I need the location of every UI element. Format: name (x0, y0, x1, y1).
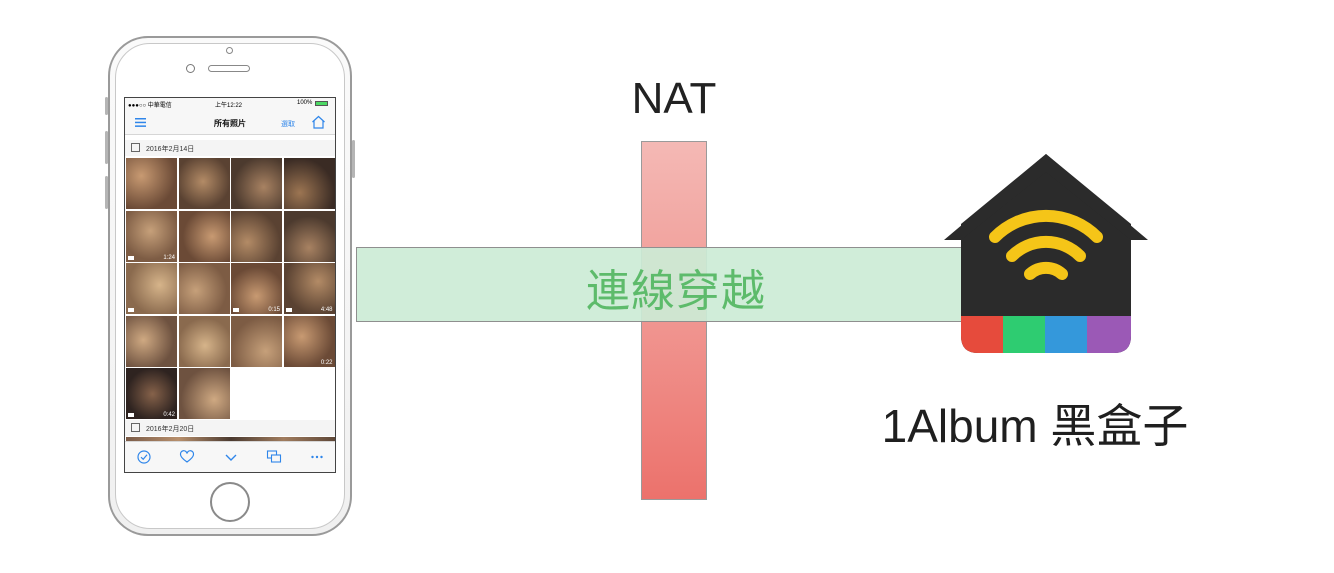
photo-thumbnail[interactable]: 4:48 (283, 263, 335, 314)
box-label: 1Album 黑盒子 (881, 400, 1189, 452)
photo-thumbnail[interactable]: 0:42 (126, 368, 177, 419)
proximity-sensor (186, 64, 195, 73)
video-camera-icon (128, 308, 134, 312)
video-camera-icon (128, 255, 134, 260)
calendar-icon (131, 143, 140, 152)
chat-bubbles-icon[interactable] (266, 449, 282, 465)
status-time: 上午12:22 (215, 103, 243, 109)
volume-up-button (105, 131, 108, 164)
section-date: 2016年2月14日 (146, 146, 195, 153)
section-header: 2016年2月20日 (125, 420, 335, 436)
section-header: 2016年2月14日 (125, 140, 335, 156)
video-duration: 4:48 (320, 307, 333, 313)
photo-thumbnail[interactable] (178, 368, 230, 419)
nat-label: NAT (631, 74, 717, 123)
chevron-down-icon[interactable] (223, 449, 239, 465)
battery-percent: 100% (297, 100, 313, 106)
carrier-label: ●●●○○ 中華電信 (128, 103, 172, 109)
check-circle-icon[interactable] (136, 449, 152, 465)
select-button[interactable]: 選取 (281, 119, 295, 129)
status-bar: ●●●○○ 中華電信 上午12:22 100% (125, 98, 335, 110)
earpiece-speaker (208, 65, 250, 72)
volume-down-button (105, 176, 108, 209)
heart-icon[interactable] (179, 449, 195, 465)
battery-icon (315, 101, 328, 106)
photo-thumbnail[interactable] (231, 158, 282, 209)
photo-thumbnail[interactable] (178, 315, 230, 367)
photo-thumbnail[interactable] (178, 263, 230, 314)
power-button (352, 140, 355, 178)
video-duration: 0:15 (268, 307, 280, 313)
tunnel-label: 連線穿越 (586, 267, 766, 316)
photo-thumbnail[interactable] (126, 263, 177, 314)
photo-thumbnail[interactable] (178, 158, 230, 209)
front-camera (226, 47, 233, 54)
calendar-icon (131, 423, 140, 432)
mute-switch (105, 97, 108, 115)
video-duration: 0:22 (320, 359, 333, 366)
phone-screen: ●●●○○ 中華電信 上午12:22 100% 所有照片 選取 2016年2月1… (124, 97, 336, 473)
photo-thumbnail[interactable] (231, 315, 282, 367)
photo-thumbnail[interactable] (178, 210, 230, 262)
nav-bar: 所有照片 選取 (125, 110, 335, 135)
photo-thumbnail[interactable] (231, 210, 282, 262)
photo-thumbnail[interactable]: 0:15 (231, 263, 282, 314)
bottom-toolbar (125, 441, 335, 472)
photo-thumbnail[interactable]: 1:24 (126, 210, 177, 262)
home-icon[interactable] (311, 115, 326, 129)
video-camera-icon (128, 413, 134, 417)
video-duration: 1:24 (163, 254, 175, 261)
photo-thumbnail[interactable] (283, 158, 335, 209)
section-date: 2016年2月20日 (146, 426, 195, 433)
photo-thumbnail[interactable] (126, 315, 177, 367)
video-duration: 0:42 (163, 412, 175, 418)
photo-thumbnail[interactable] (126, 158, 177, 209)
photo-thumbnail[interactable]: 0:22 (283, 315, 335, 367)
page-title: 所有照片 (214, 119, 246, 128)
1album-box-logo (944, 154, 1148, 353)
video-camera-icon (285, 308, 292, 312)
photo-thumbnail[interactable] (283, 210, 335, 262)
more-icon[interactable] (309, 449, 325, 465)
video-camera-icon (233, 308, 239, 312)
home-button[interactable] (210, 482, 250, 522)
